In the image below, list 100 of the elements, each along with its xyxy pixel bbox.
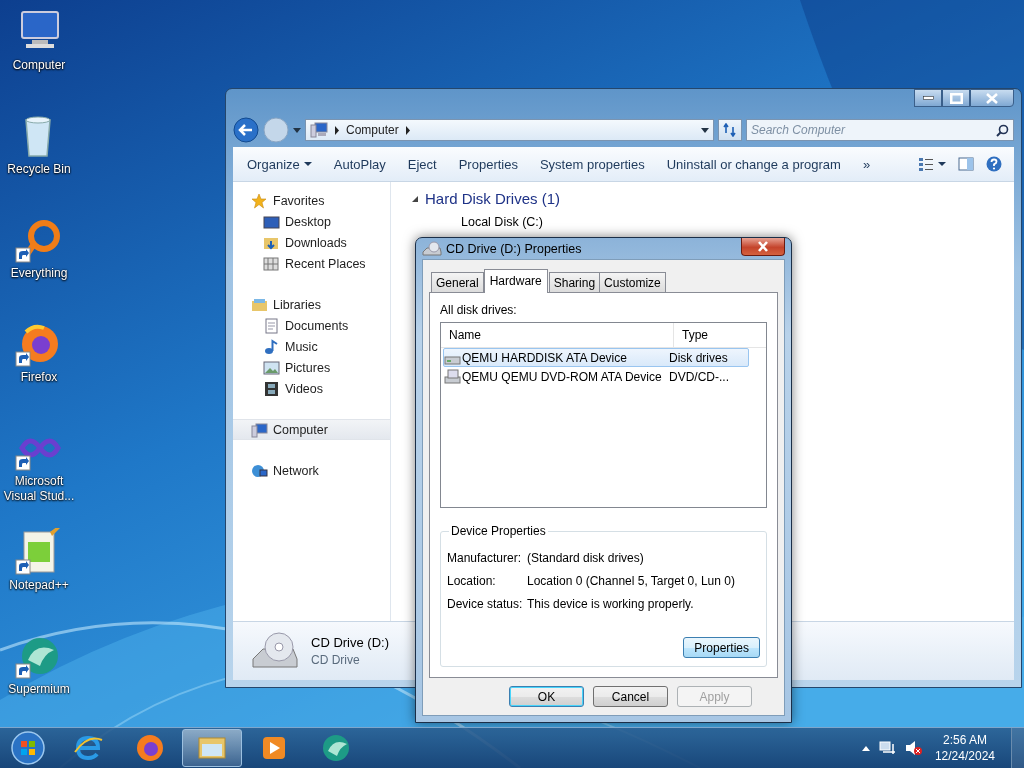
taskbar-button[interactable] <box>182 729 242 767</box>
tab[interactable]: Sharing <box>548 272 601 292</box>
tab[interactable]: General <box>431 272 484 292</box>
close-icon <box>756 241 770 252</box>
field-value: (Standard disk drives) <box>527 551 644 565</box>
nav-item[interactable]: Desktop <box>233 211 390 232</box>
field-value: Location 0 (Channel 5, Target 0, Lun 0) <box>527 574 735 588</box>
nav-item[interactable]: Recent Places <box>233 253 390 274</box>
network-button[interactable] <box>878 740 897 756</box>
column-header[interactable]: Type <box>674 323 742 347</box>
star-icon <box>251 192 268 209</box>
maximize-button[interactable] <box>942 89 970 107</box>
group-heading: Hard Disk Drives (1) <box>425 190 560 207</box>
minimize-icon <box>922 96 934 100</box>
caret-icon <box>293 126 301 134</box>
close-icon <box>986 92 998 104</box>
back-button[interactable] <box>233 117 259 143</box>
nav-item[interactable]: Documents <box>233 315 390 336</box>
device-type: Disk drives <box>669 350 728 365</box>
disc-drive-icon <box>444 369 461 384</box>
clock-time: 2:56 AM <box>942 733 987 747</box>
tab[interactable]: Customize <box>599 272 666 292</box>
chevron-icon <box>334 125 340 135</box>
nav-item[interactable]: Libraries <box>233 294 390 315</box>
drive-label[interactable]: Local Disk (C:) <box>461 215 1014 229</box>
dialog-button[interactable]: Cancel <box>593 686 668 707</box>
icon-label[interactable]: Everything <box>1 266 77 281</box>
field-value: This device is working properly. <box>527 597 694 611</box>
device-list[interactable]: Name Type QEMU HARDDISK ATA Device Disk drives QEMU QEMU DVD-ROM ATA Device DVD/CD-... <box>440 322 767 508</box>
device-name: QEMU HARDDISK ATA Device <box>462 350 627 365</box>
device-name: QEMU QEMU DVD-ROM ATA Device <box>462 369 662 384</box>
toolbar-button[interactable]: System properties <box>531 152 653 176</box>
nav-item[interactable]: Music <box>233 336 390 357</box>
up-triangle-icon <box>860 744 871 752</box>
field-label: Manufacturer: <box>447 551 523 565</box>
tab[interactable]: Hardware <box>483 269 548 293</box>
more-commands-button[interactable]: » <box>854 152 879 176</box>
computer-icon <box>310 122 328 138</box>
grid-icon <box>263 255 280 272</box>
list-view-icon <box>918 157 934 171</box>
drive-name: CD Drive (D:) <box>311 635 389 650</box>
help-icon <box>986 156 1002 172</box>
drive-type: CD Drive <box>311 653 361 667</box>
device-type: DVD/CD-... <box>669 369 729 384</box>
close-button[interactable] <box>741 238 785 256</box>
nav-item[interactable]: Downloads <box>233 232 390 253</box>
breadcrumb[interactable]: Computer <box>346 123 399 137</box>
nav-item[interactable]: Network <box>233 460 390 481</box>
orb-icon <box>10 730 46 766</box>
icon-label[interactable]: Recycle Bin <box>1 162 77 177</box>
swirl-icon <box>320 732 352 764</box>
caret-icon <box>938 161 946 167</box>
nav-item[interactable]: Videos <box>233 378 390 399</box>
toolbar-button[interactable]: Eject <box>399 152 445 176</box>
column-header[interactable]: Name <box>441 323 674 347</box>
toolbar-button[interactable]: AutoPlay <box>325 152 394 176</box>
film-icon <box>263 380 280 397</box>
icon-label[interactable]: Notepad++ <box>1 578 77 593</box>
music-note-icon <box>263 338 280 355</box>
disc-drive-icon <box>422 240 442 257</box>
document-icon <box>263 317 280 334</box>
library-icon <box>251 296 268 313</box>
dialog-button[interactable]: OK <box>509 686 584 707</box>
refresh-arrows-icon <box>723 123 737 137</box>
network-icon <box>878 740 897 756</box>
recent-pages-button[interactable] <box>293 126 301 134</box>
field-label: Location: <box>447 574 497 588</box>
address-bar[interactable]: Computer <box>305 119 714 141</box>
nav-item[interactable]: Favorites <box>233 190 390 211</box>
muted-speaker-icon <box>904 740 923 756</box>
picture-icon <box>263 359 280 376</box>
toolbar-button[interactable]: Properties <box>450 152 526 176</box>
refresh-button[interactable] <box>718 119 742 141</box>
expand-triangle-icon[interactable] <box>411 194 419 203</box>
caret-icon <box>303 161 312 167</box>
icon-label[interactable]: Firefox <box>1 370 77 385</box>
chevron-icon <box>404 125 411 135</box>
minimize-button[interactable] <box>914 89 942 107</box>
volume-button[interactable] <box>904 740 923 756</box>
close-button[interactable] <box>970 89 1014 107</box>
clock[interactable]: 2:56 AM 12/24/2024 <box>930 733 999 763</box>
search-icon <box>996 124 1009 137</box>
caret-icon <box>701 126 709 134</box>
list-row[interactable]: QEMU HARDDISK ATA Device Disk drives <box>443 348 749 367</box>
nav-item[interactable]: Computer <box>233 419 390 440</box>
nav-item[interactable]: Pictures <box>233 357 390 378</box>
field-label: Device status: <box>447 597 524 611</box>
network-icon <box>251 462 268 479</box>
organize-menu[interactable]: Organize <box>239 152 320 176</box>
toolbar-button[interactable]: Uninstall or change a program <box>658 152 849 176</box>
properties-button[interactable]: Properties <box>683 637 760 658</box>
monitor-icon <box>263 213 280 230</box>
search-field[interactable]: Search Computer <box>746 119 1014 141</box>
group-title: Device Properties <box>450 524 547 538</box>
list-label: All disk drives: <box>440 303 518 317</box>
icon-label[interactable]: Microsoft Visual Stud... <box>1 474 77 504</box>
list-row[interactable]: QEMU QEMU DVD-ROM ATA Device DVD/CD-... <box>443 367 749 386</box>
dialog-title: CD Drive (D:) Properties <box>446 241 583 256</box>
show-hidden-icons-button[interactable] <box>860 744 871 752</box>
icon-label[interactable]: Computer <box>1 58 77 73</box>
